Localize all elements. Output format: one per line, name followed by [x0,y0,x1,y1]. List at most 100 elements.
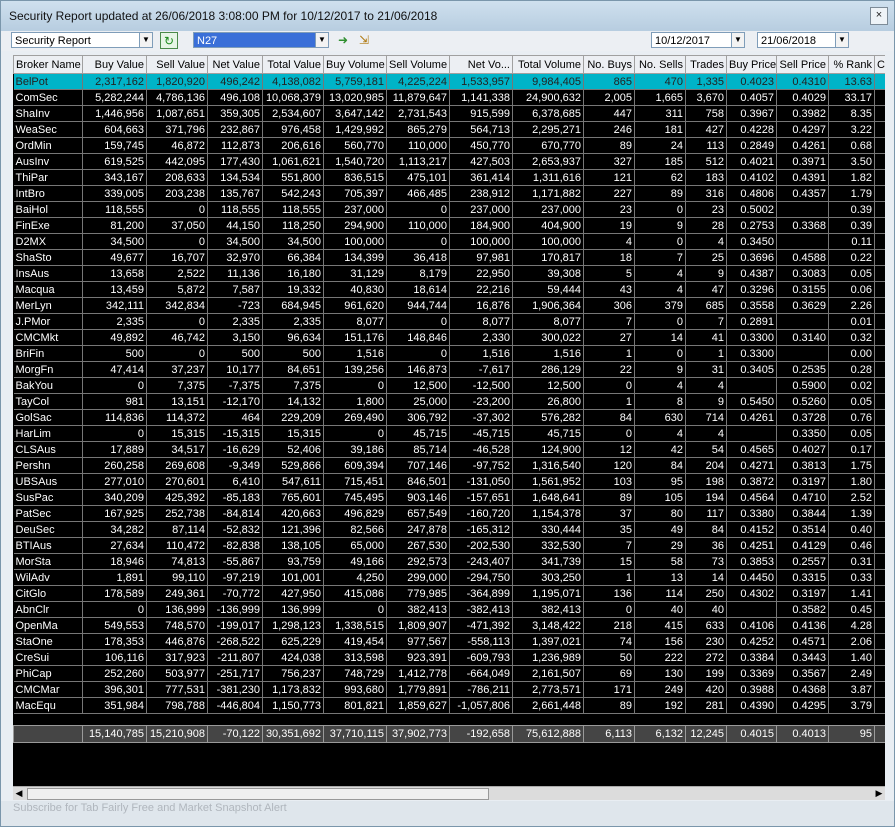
table-row[interactable]: ThiPar 343,167 208,633 134,534 551,800 836,51… [13,169,885,186]
table-row[interactable]: MerLyn 342,111 342,834 -723 684,945 961,620 94… [13,297,885,314]
broker-name-cell: CitGlo [13,585,83,602]
table-cell: 269,608 [146,457,208,474]
table-row[interactable]: GolSac 114,836 114,372 464 229,209 269,490 306… [13,409,885,426]
table-row[interactable]: WilAdv 1,891 99,110 -97,219 101,001 4,250 299,… [13,569,885,586]
column-header[interactable]: % Rank [828,55,875,74]
table-header-row: Broker Name Buy Value Sell Value Net Value T… [13,55,885,74]
column-header[interactable]: No. Sells [634,55,686,74]
table-cell: 267,530 [386,537,450,554]
table-row[interactable]: StaOne 178,353 446,876 -268,522 625,229 419,4… [13,633,885,650]
table-row[interactable]: BTIAus 27,634 110,472 -82,838 138,105 65,000 2… [13,537,885,554]
column-header[interactable]: C [874,55,885,74]
table-row[interactable]: BakYou 0 7,375 -7,375 7,375 0 12,500 -12,500 12,… [13,377,885,394]
table-row[interactable]: BriFin 500 0 500 500 1,516 0 1,516 1,516 1 0 1 0.330… [13,345,885,362]
table-row[interactable]: MorgFn 47,414 37,237 10,177 84,651 139,256 146… [13,361,885,378]
table-row[interactable]: J.PMor 2,335 0 2,335 2,335 8,077 0 8,077 8,077 7 0… [13,313,885,330]
date-to-field[interactable]: 21/06/2018 [757,32,837,48]
column-header[interactable]: Buy Volume [323,55,387,74]
table-row[interactable]: HarLim 0 15,315 -15,315 15,315 0 45,715 -45,715… [13,425,885,442]
table-cell: 604,663 [82,121,147,138]
table-row[interactable]: ShaInv 1,446,956 1,087,651 359,305 2,534,607… [13,105,885,122]
column-header[interactable]: No. Buys [583,55,635,74]
table-cell: 382,413 [386,601,450,618]
column-header[interactable]: Net Value [207,55,263,74]
column-header[interactable]: Net Vo... [449,55,513,74]
close-button[interactable]: × [870,7,888,25]
table-cell: 0.2753 [726,217,777,234]
table-row[interactable]: ComSec 5,282,244 4,786,136 496,108 10,068,37… [13,89,885,106]
table-row[interactable]: OrdMin 159,745 46,872 112,873 206,616 560,770… [13,137,885,154]
table-cell: -85,183 [207,489,263,506]
table-row[interactable]: BelPot 2,317,162 1,820,920 496,242 4,138,082… [13,73,885,90]
table-row[interactable]: MacEqu 351,984 798,788 -446,804 1,150,773 801… [13,697,885,714]
column-header[interactable]: Sell Price [776,55,829,74]
table-row[interactable]: D2MX 34,500 0 34,500 34,500 100,000 0 100,000 10… [13,233,885,250]
table-row[interactable]: Pershn 260,258 269,608 -9,349 529,866 609,394… [13,457,885,474]
column-header[interactable]: Buy Value [82,55,147,74]
table-row[interactable]: OpenMa 549,553 748,570 -199,017 1,298,123 1,3… [13,617,885,634]
date-from-dropdown-icon[interactable]: ▼ [731,32,745,48]
table-cell: 446,876 [146,633,208,650]
table-cell: 836,515 [323,169,387,186]
table-row[interactable]: IntBro 339,005 203,238 135,767 542,243 705,39… [13,185,885,202]
table-cell: 447 [583,105,635,122]
column-header[interactable]: Total Value [262,55,324,74]
go-arrow-icon[interactable]: ➜ [334,32,352,49]
table-row[interactable]: SusPac 340,209 425,392 -85,183 765,601 745,49… [13,489,885,506]
security-report-grid[interactable]: Broker Name Buy Value Sell Value Net Value T… [13,55,885,799]
table-row[interactable]: DeuSec 34,282 87,114 -52,832 121,396 82,566 24… [13,521,885,538]
table-row[interactable]: CreSui 106,116 317,923 -211,807 424,038 313,5… [13,649,885,666]
table-cell: 136,999 [262,601,324,618]
table-row[interactable]: FinExe 81,200 37,050 44,150 118,250 294,900 11… [13,217,885,234]
table-row[interactable]: MorSta 18,946 74,813 -55,867 93,759 49,166 292… [13,553,885,570]
horizontal-scrollbar[interactable]: ◀ ▶ [13,786,885,800]
table-row[interactable]: AbnClr 0 136,999 -136,999 136,999 0 382,413 -38… [13,601,885,618]
security-code-input[interactable]: N27 [193,32,317,48]
table-row[interactable]: ShaSto 49,677 16,707 32,970 66,384 134,399 36,… [13,249,885,266]
table-cell [776,233,829,250]
table-row[interactable]: InsAus 13,658 2,522 11,136 16,180 31,129 8,179… [13,265,885,282]
table-row[interactable]: CMCMar 396,301 777,531 -381,230 1,173,832 993… [13,681,885,698]
table-cell: 0.2849 [726,137,777,154]
table-row[interactable]: PhiCap 252,260 503,977 -251,717 756,237 748,7… [13,665,885,682]
report-type-dropdown-icon[interactable]: ▼ [139,32,153,48]
security-code-dropdown-icon[interactable]: ▼ [315,32,329,48]
scroll-thumb[interactable] [27,788,489,800]
table-row[interactable]: UBSAus 277,010 270,601 6,410 547,611 715,451 8… [13,473,885,490]
date-from-field[interactable]: 10/12/2017 [651,32,733,48]
table-cell: 1,820,920 [146,73,208,90]
table-cell: 424,038 [262,649,324,666]
table-row[interactable]: TayCol 981 13,151 -12,170 14,132 1,800 25,000-… [13,393,885,410]
column-header[interactable]: Broker Name [13,55,83,74]
column-header[interactable]: Trades [685,55,727,74]
column-header[interactable]: Total Volume [512,55,584,74]
report-type-select[interactable]: Security Report [11,32,141,48]
table-row[interactable]: CMCMkt 49,892 46,742 3,150 96,634 151,176 148,… [13,329,885,346]
table-cell: 1,397,021 [512,633,584,650]
title-bar[interactable]: Security Report updated at 26/06/2018 3:… [1,1,894,31]
export-icon[interactable]: ⇲ [355,32,373,49]
column-header[interactable]: Sell Volume [386,55,450,74]
scroll-right-arrow-icon[interactable]: ▶ [873,787,885,800]
refresh-icon[interactable]: ↻ [160,32,178,49]
table-row[interactable]: AusInv 619,525 442,095 177,430 1,061,621 1,54… [13,153,885,170]
table-cell: 1,906,364 [512,297,584,314]
table-row[interactable]: PatSec 167,925 252,738 -84,814 420,663 496,82… [13,505,885,522]
column-header[interactable]: Sell Value [146,55,208,74]
table-row[interactable]: CitGlo 178,589 249,361 -70,772 427,950 415,08… [13,585,885,602]
table-cell: 0.3296 [726,281,777,298]
table-row[interactable]: CLSAus 17,889 34,517 -16,629 52,406 39,186 85,… [13,441,885,458]
date-to-dropdown-icon[interactable]: ▼ [835,32,849,48]
scroll-left-arrow-icon[interactable]: ◀ [13,787,25,800]
table-cell: 151,176 [323,329,387,346]
broker-name-cell: J.PMor [13,313,83,330]
column-header[interactable]: Buy Price [726,55,777,74]
table-cell: 222 [634,649,686,666]
table-row[interactable]: WeaSec 604,663 371,796 232,867 976,458 1,429,… [13,121,885,138]
table-row[interactable]: BaiHol 118,555 0 118,555 118,555 237,000 0 237,… [13,201,885,218]
table-cell: 425,392 [146,489,208,506]
table-cell: 1.41 [828,585,875,602]
table-row[interactable]: Macqua 13,459 5,872 7,587 19,332 40,830 18,614… [13,281,885,298]
table-cell: 903,146 [386,489,450,506]
table-cell: 0.68 [828,137,875,154]
